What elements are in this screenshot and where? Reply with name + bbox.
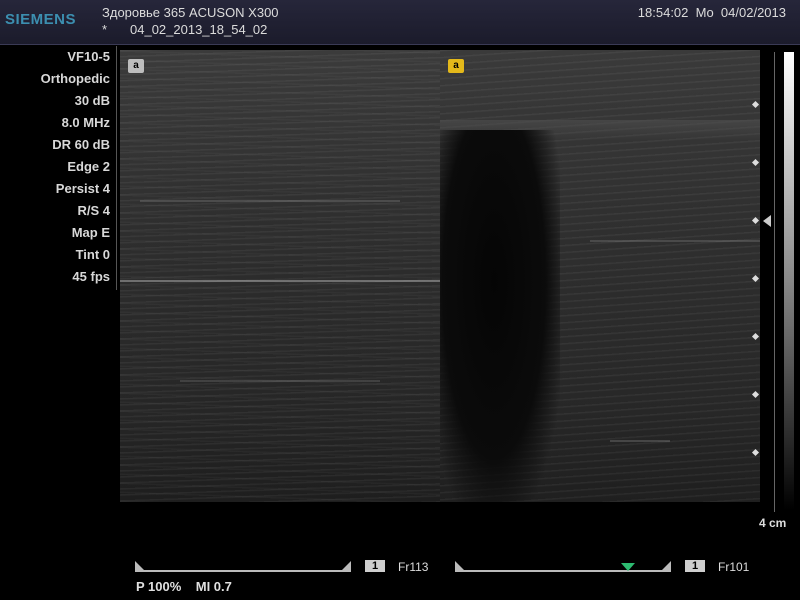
cine-end-icon	[341, 561, 351, 571]
param-edge: Edge 2	[67, 159, 110, 174]
cine-box-right: 1	[685, 560, 705, 572]
date: 04/02/2013	[720, 5, 786, 20]
output-power-readout: P 100% MI 0.7	[136, 579, 232, 594]
ultrasound-image-left[interactable]	[120, 50, 440, 502]
tissue-echo	[590, 240, 760, 242]
mechanical-index: MI 0.7	[195, 579, 232, 594]
power: P 100%	[136, 579, 182, 594]
exam-id: 04_02_2013_18_54_02	[130, 22, 268, 37]
device-title: Здоровье 365 ACUSON X300	[102, 5, 279, 20]
param-persist: Persist 4	[55, 181, 110, 196]
focus-marker-icon[interactable]	[763, 215, 771, 227]
brand-logo: SIEMENS	[5, 11, 77, 28]
ultrasound-image-right[interactable]	[440, 50, 760, 502]
exam-id-line: * 04_02_2013_18_54_02	[102, 22, 267, 37]
param-tint: Tint 0	[75, 247, 110, 262]
param-transducer: VF10-5	[67, 49, 110, 64]
cine-end-icon	[661, 561, 671, 571]
depth-scale-line	[774, 52, 775, 512]
tissue-echo	[180, 380, 380, 382]
frame-number-right: Fr101	[718, 560, 750, 574]
day: Mo	[695, 5, 714, 20]
orientation-marker-right: a	[448, 59, 464, 73]
title-bar: SIEMENS Здоровье 365 ACUSON X300 * 04_02_…	[0, 0, 800, 45]
cine-slider-right[interactable]	[455, 561, 671, 573]
param-dynamic-range: DR 60 dB	[52, 137, 110, 152]
grayscale-bar	[784, 52, 794, 510]
date-time: 18:54:02 Mo 04/02/2013	[638, 5, 786, 20]
unsaved-star: *	[102, 22, 108, 37]
cine-track[interactable]	[135, 570, 351, 572]
cine-slider-left[interactable]	[135, 561, 351, 573]
tissue-echo	[120, 280, 440, 282]
acoustic-shadow	[440, 130, 560, 502]
orientation-marker-left: a	[128, 59, 144, 73]
frame-number-left: Fr113	[398, 560, 429, 574]
param-fps: 45 fps	[72, 269, 110, 284]
param-preset: Orthopedic	[40, 71, 110, 86]
cine-box-left: 1	[365, 560, 385, 572]
param-rs: R/S 4	[77, 203, 110, 218]
cine-track[interactable]	[455, 570, 671, 572]
imaging-parameters: VF10-5 Orthopedic 30 dB 8.0 MHz DR 60 dB…	[0, 46, 117, 290]
param-frequency: 8.0 MHz	[61, 115, 110, 130]
param-gain: 30 dB	[74, 93, 110, 108]
time: 18:54:02	[637, 5, 689, 20]
tissue-echo	[610, 440, 670, 442]
depth-label: 4 cm	[759, 516, 787, 530]
tissue-echo	[140, 200, 400, 202]
cine-position-icon[interactable]	[621, 563, 635, 571]
param-map: Map E	[71, 225, 110, 240]
